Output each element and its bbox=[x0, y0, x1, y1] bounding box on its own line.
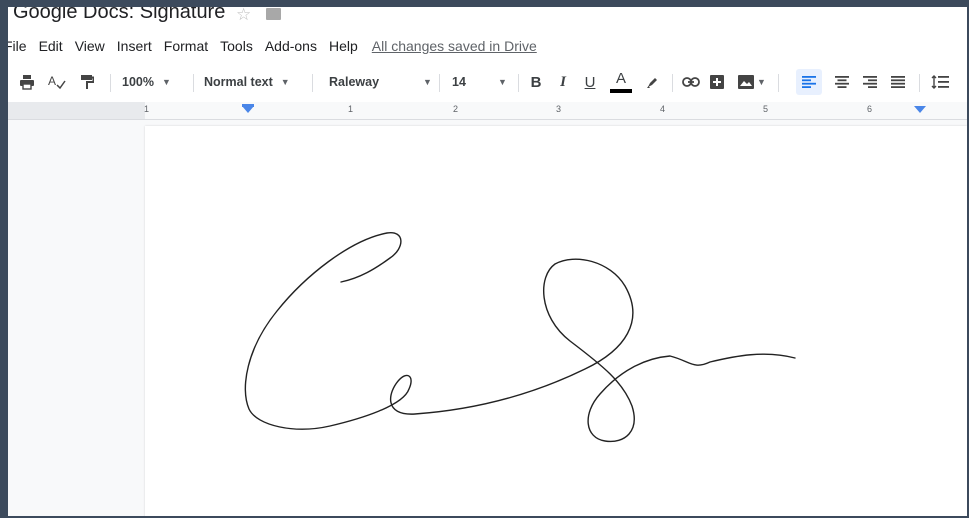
right-indent-marker[interactable] bbox=[914, 106, 926, 113]
menu-bar: File Edit View Insert Format Tools Add-o… bbox=[8, 35, 537, 57]
toolbar-divider bbox=[439, 74, 440, 92]
print-button[interactable] bbox=[16, 66, 38, 98]
toolbar-divider bbox=[672, 74, 673, 92]
signature-drawing[interactable] bbox=[145, 126, 967, 516]
svg-text:A: A bbox=[48, 74, 56, 88]
zoom-value: 100% bbox=[122, 75, 154, 89]
justify-button[interactable] bbox=[886, 66, 910, 98]
align-right-icon bbox=[863, 76, 877, 88]
text-color-button[interactable]: A bbox=[608, 66, 634, 98]
paragraph-style-select[interactable]: Normal text ▼ bbox=[204, 66, 304, 98]
ruler-label: 4 bbox=[660, 104, 666, 114]
bold-button[interactable]: B bbox=[524, 66, 548, 98]
font-select[interactable]: Raleway ▼ bbox=[329, 66, 439, 98]
highlight-color-button[interactable] bbox=[641, 66, 665, 98]
line-spacing-button[interactable] bbox=[928, 66, 952, 98]
underline-button[interactable]: U bbox=[578, 66, 602, 98]
spellcheck-icon: A bbox=[48, 74, 66, 90]
italic-button[interactable]: I bbox=[551, 66, 575, 98]
align-left-button[interactable] bbox=[796, 69, 822, 95]
left-indent-marker[interactable] bbox=[242, 106, 254, 113]
menu-insert[interactable]: Insert bbox=[117, 38, 152, 54]
menu-help[interactable]: Help bbox=[329, 38, 358, 54]
chevron-down-icon: ▼ bbox=[423, 77, 432, 87]
document-canvas bbox=[8, 120, 967, 516]
align-center-icon bbox=[835, 76, 849, 88]
ruler-label: 1 bbox=[348, 104, 354, 114]
insert-image-button[interactable]: ▼ bbox=[732, 66, 772, 98]
ruler-label: 5 bbox=[763, 104, 769, 114]
chevron-down-icon: ▼ bbox=[757, 77, 766, 87]
ruler-label: 6 bbox=[867, 104, 873, 114]
align-justify-icon bbox=[891, 76, 905, 88]
toolbar-divider bbox=[312, 74, 313, 92]
line-spacing-icon bbox=[931, 75, 949, 89]
chevron-down-icon: ▼ bbox=[280, 77, 290, 87]
toolbar: A 100% ▼ Normal text ▼ Raleway ▼ 14 ▼ B … bbox=[8, 66, 967, 98]
highlighter-icon bbox=[647, 78, 657, 88]
text-color-icon: A bbox=[615, 69, 626, 87]
save-status-link[interactable]: All changes saved in Drive bbox=[372, 38, 537, 54]
folder-icon[interactable] bbox=[266, 8, 281, 20]
insert-link-button[interactable] bbox=[678, 66, 704, 98]
menu-tools[interactable]: Tools bbox=[220, 38, 253, 54]
underline-icon: U bbox=[584, 73, 596, 91]
align-left-icon bbox=[802, 76, 816, 88]
ruler-label: 1 bbox=[144, 104, 150, 114]
ruler-label: 3 bbox=[556, 104, 562, 114]
font-size-select[interactable]: 14 ▼ bbox=[452, 66, 512, 98]
ruler: 1 1 2 3 4 5 6 bbox=[8, 102, 967, 120]
title-bar: Google Docs: Signature ☆ bbox=[8, 7, 967, 34]
toolbar-divider bbox=[110, 74, 111, 92]
paint-format-button[interactable] bbox=[76, 66, 98, 98]
print-icon bbox=[20, 75, 34, 90]
document-title[interactable]: Google Docs: Signature bbox=[13, 7, 225, 24]
menu-edit[interactable]: Edit bbox=[39, 38, 63, 54]
toolbar-divider bbox=[919, 74, 920, 92]
toolbar-divider bbox=[778, 74, 779, 92]
paragraph-style-value: Normal text bbox=[204, 75, 273, 89]
ruler-label: 2 bbox=[453, 104, 459, 114]
paint-format-icon bbox=[81, 75, 94, 89]
bold-icon: B bbox=[530, 73, 542, 91]
menu-format[interactable]: Format bbox=[164, 38, 208, 54]
zoom-select[interactable]: 100% ▼ bbox=[122, 66, 182, 98]
font-size-value: 14 bbox=[452, 75, 466, 89]
font-value: Raleway bbox=[329, 75, 380, 89]
star-icon[interactable]: ☆ bbox=[236, 7, 251, 25]
menu-addons[interactable]: Add-ons bbox=[265, 38, 317, 54]
align-center-button[interactable] bbox=[830, 66, 854, 98]
add-comment-icon bbox=[710, 75, 724, 89]
chevron-down-icon: ▼ bbox=[161, 77, 171, 87]
menu-view[interactable]: View bbox=[75, 38, 105, 54]
image-icon bbox=[738, 75, 755, 89]
document-page[interactable] bbox=[145, 126, 967, 516]
menu-file[interactable]: File bbox=[8, 38, 27, 54]
italic-icon: I bbox=[560, 73, 566, 90]
chevron-down-icon: ▼ bbox=[498, 77, 507, 87]
google-docs-window: Google Docs: Signature ☆ File Edit View … bbox=[8, 7, 967, 516]
add-comment-button[interactable] bbox=[705, 66, 729, 98]
text-color-swatch bbox=[610, 88, 632, 93]
spellcheck-button[interactable]: A bbox=[46, 66, 68, 98]
align-right-button[interactable] bbox=[858, 66, 882, 98]
link-icon bbox=[682, 77, 700, 87]
toolbar-divider bbox=[193, 74, 194, 92]
toolbar-divider bbox=[518, 74, 519, 92]
signature-stroke bbox=[244, 232, 796, 443]
